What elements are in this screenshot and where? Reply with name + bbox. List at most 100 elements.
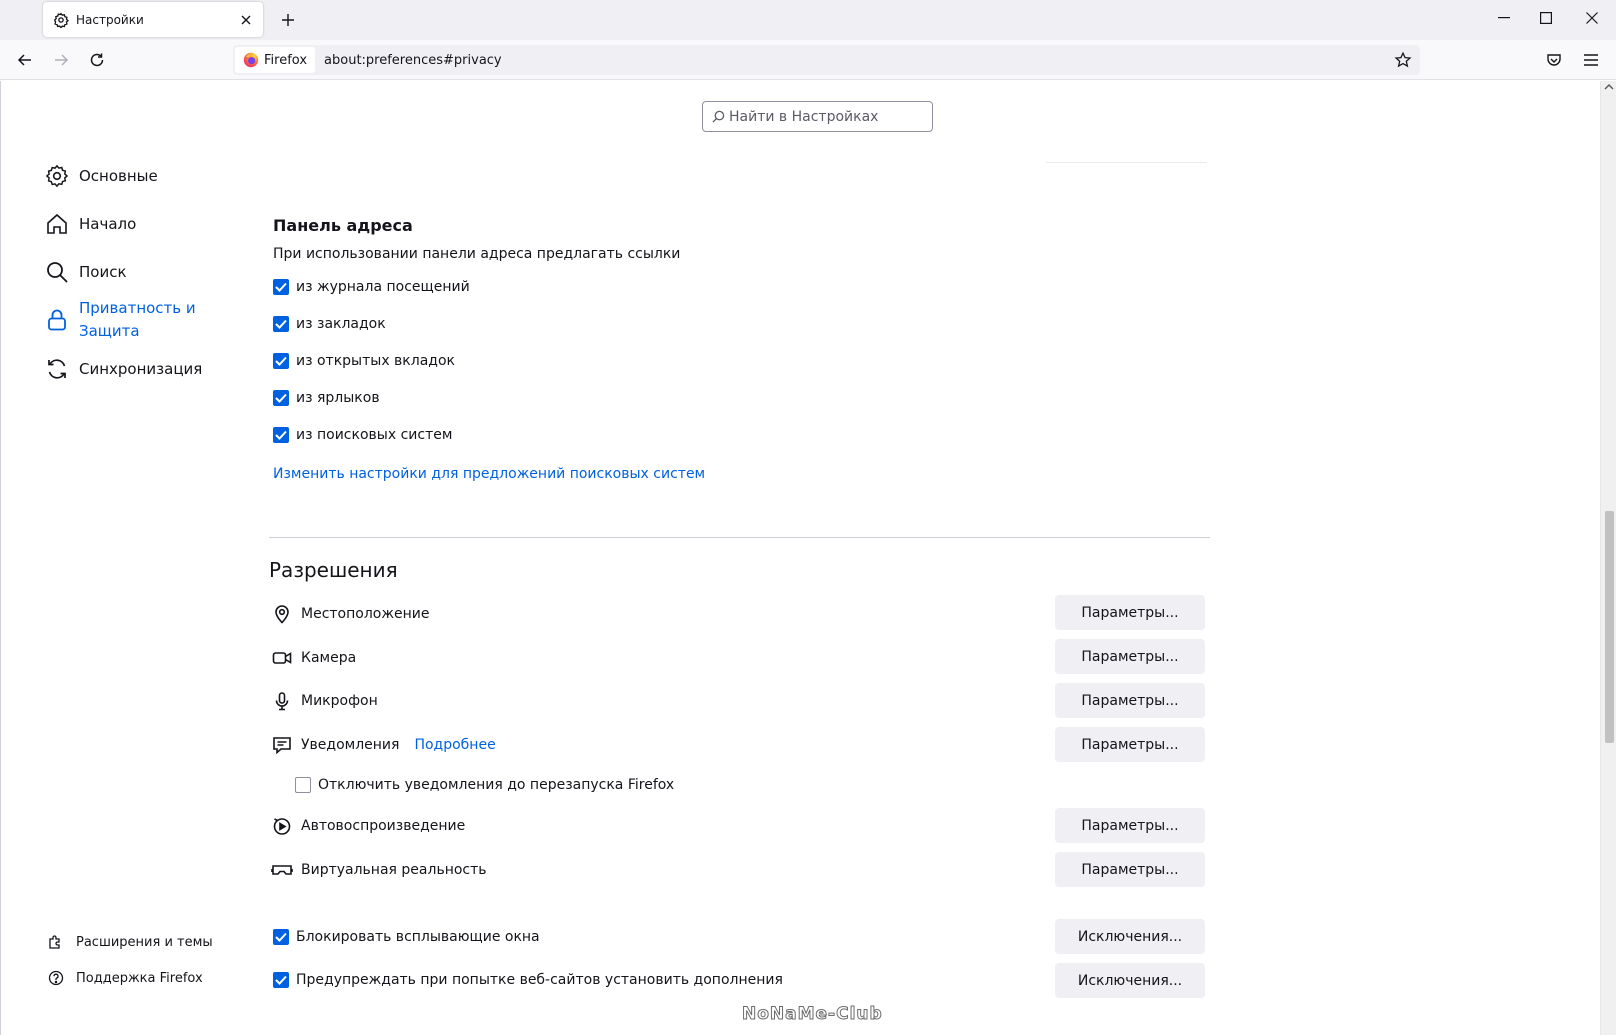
warn-addons-checkbox[interactable]: Предупреждать при попытке веб-сайтов уст…: [273, 972, 783, 988]
checkbox-label: Блокировать всплывающие окна: [296, 929, 540, 945]
checkbox-checked-icon[interactable]: [273, 316, 289, 332]
gear-icon: [53, 12, 69, 28]
scroll-up-arrow-icon[interactable]: [1604, 83, 1614, 91]
permission-label: Автовоспроизведение: [301, 818, 466, 834]
tab-strip: Настройки: [0, 0, 1616, 40]
checkbox-label: из открытых вкладок: [296, 353, 455, 369]
maximize-icon[interactable]: [1522, 0, 1570, 36]
sidebar-item-label: Синхронизация: [79, 360, 203, 378]
tab-title: Настройки: [76, 12, 144, 27]
autoplay-settings-button[interactable]: Параметры...: [1055, 808, 1205, 843]
section-separator: [269, 537, 1210, 538]
checkbox-checked-icon[interactable]: [273, 929, 289, 945]
firefox-support-link[interactable]: Поддержка Firefox: [48, 970, 203, 986]
permission-label: Уведомления: [301, 737, 400, 753]
pocket-icon[interactable]: [1540, 46, 1568, 74]
address-bar-description: При использовании панели адреса предлага…: [273, 246, 681, 262]
identity-label: Firefox: [264, 52, 308, 68]
camera-settings-button[interactable]: Параметры...: [1055, 639, 1205, 674]
sidebar-item-home[interactable]: Начало: [44, 211, 136, 237]
block-popups-checkbox[interactable]: Блокировать всплывающие окна: [273, 929, 540, 945]
sidebar-item-label-line1: Приватность и: [79, 299, 196, 317]
sidebar-item-label: Основные: [79, 167, 158, 185]
back-button[interactable]: [11, 46, 39, 74]
permission-label: Виртуальная реальность: [301, 862, 487, 878]
checkbox-checked-icon[interactable]: [273, 353, 289, 369]
sidebar-item-privacy[interactable]: Приватность и Защита: [44, 297, 196, 343]
popup-exceptions-button[interactable]: Исключения...: [1055, 919, 1205, 954]
sidebar-item-sync[interactable]: Синхронизация: [44, 356, 202, 382]
checkbox-checked-icon[interactable]: [273, 390, 289, 406]
suggest-open-tabs-checkbox[interactable]: из открытых вкладок: [273, 353, 455, 369]
forward-button[interactable]: [47, 46, 75, 74]
vr-headset-icon: [271, 859, 293, 881]
permission-vr: Виртуальная реальность: [271, 859, 487, 881]
gear-icon: [44, 163, 70, 189]
permission-notifications: Уведомления Подробнее: [271, 734, 496, 756]
permission-autoplay: Автовоспроизведение: [271, 815, 465, 837]
addons-themes-link[interactable]: Расширения и темы: [48, 934, 213, 950]
sidebar-item-general[interactable]: Основные: [44, 163, 158, 189]
suggest-shortcuts-checkbox[interactable]: из ярлыков: [273, 390, 380, 406]
minimize-icon[interactable]: [1480, 0, 1528, 36]
vr-settings-button[interactable]: Параметры...: [1055, 852, 1205, 887]
identity-box[interactable]: Firefox: [235, 47, 316, 73]
camera-icon: [271, 647, 293, 669]
permission-label: Микрофон: [301, 693, 378, 709]
lock-icon: [44, 307, 70, 333]
firefox-logo-icon: [243, 52, 259, 68]
reload-button[interactable]: [83, 46, 111, 74]
microphone-settings-button[interactable]: Параметры...: [1055, 683, 1205, 718]
sidebar-item-label: Приватность и Защита: [79, 297, 196, 343]
suggest-search-engines-checkbox[interactable]: из поисковых систем: [273, 427, 452, 443]
addon-exceptions-button[interactable]: Исключения...: [1055, 963, 1205, 998]
sidebar-item-label: Поиск: [79, 263, 127, 281]
permission-label: Камера: [301, 650, 357, 666]
scroll-thumb[interactable]: [1605, 511, 1614, 743]
checkbox-checked-icon[interactable]: [273, 972, 289, 988]
sync-icon: [44, 356, 70, 382]
permission-label: Местоположение: [301, 606, 430, 622]
checkbox-label: Отключить уведомления до перезапуска Fir…: [318, 777, 675, 793]
close-window-icon[interactable]: [1568, 0, 1616, 36]
bookmark-star-icon[interactable]: [1394, 51, 1412, 69]
pause-notifications-checkbox[interactable]: Отключить уведомления до перезапуска Fir…: [295, 777, 674, 793]
firefox-support-label: Поддержка Firefox: [76, 970, 203, 986]
autoplay-icon: [271, 815, 293, 837]
search-icon: [44, 259, 70, 285]
permissions-heading: Разрешения: [269, 558, 398, 582]
change-search-suggestions-link[interactable]: Изменить настройки для предложений поиск…: [273, 466, 705, 482]
search-settings-input[interactable]: Найти в Настройках: [702, 101, 933, 132]
location-settings-button[interactable]: Параметры...: [1055, 595, 1205, 630]
notification-icon: [271, 734, 293, 756]
checkbox-label: из ярлыков: [296, 390, 380, 406]
preferences-content: [0, 81, 1600, 1035]
scrollbar[interactable]: [1600, 81, 1616, 1035]
checkbox-checked-icon[interactable]: [273, 427, 289, 443]
checkbox-label: из поисковых систем: [296, 427, 453, 443]
sidebar-item-search[interactable]: Поиск: [44, 259, 127, 285]
checkbox-checked-icon[interactable]: [273, 279, 289, 295]
permission-camera: Камера: [271, 647, 356, 669]
microphone-icon: [271, 690, 293, 712]
menu-icon[interactable]: [1577, 46, 1605, 74]
notifications-settings-button[interactable]: Параметры...: [1055, 727, 1205, 762]
url-text[interactable]: about:preferences#privacy: [324, 53, 502, 68]
suggest-history-checkbox[interactable]: из журнала посещений: [273, 279, 470, 295]
suggest-bookmarks-checkbox[interactable]: из закладок: [273, 316, 386, 332]
search-placeholder: Найти в Настройках: [729, 108, 879, 125]
tab-settings[interactable]: Настройки: [43, 2, 263, 37]
checkbox-label: из закладок: [296, 316, 386, 332]
watermark: NoNaMe-Club: [742, 1004, 883, 1025]
home-icon: [44, 211, 70, 237]
sidebar-item-label-line2: Защита: [79, 322, 140, 340]
location-pin-icon: [271, 603, 293, 625]
address-bar-heading: Панель адреса: [273, 216, 413, 235]
addons-themes-label: Расширения и темы: [76, 934, 213, 950]
close-tab-icon[interactable]: [237, 11, 255, 29]
section-divider-top: [1046, 162, 1207, 163]
checkbox-unchecked-icon[interactable]: [295, 777, 311, 793]
learn-more-link[interactable]: Подробнее: [414, 737, 495, 753]
new-tab-button[interactable]: [276, 8, 300, 32]
url-bar[interactable]: Firefox about:preferences#privacy: [233, 45, 1420, 75]
